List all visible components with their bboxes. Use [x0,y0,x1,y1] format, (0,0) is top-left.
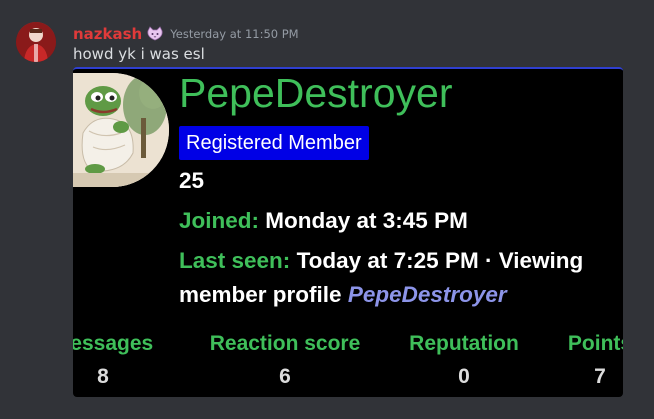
stats-row: Messages 8 Reaction score 6 Reputation 0… [73,327,623,397]
last-seen-value: Today at 7:25 PM · Viewing [296,248,584,273]
stat-label: Points [567,332,623,355]
last-seen-line-2: member profile PepeDestroyer [179,282,507,308]
profile-number: 25 [179,168,205,193]
stat-value: 0 [458,365,470,388]
stat-label: Reaction score [209,332,361,355]
joined-value: Monday at 3:45 PM [265,208,468,233]
user-avatar[interactable] [16,22,56,62]
viewing-profile-link[interactable]: PepeDestroyer [348,282,507,307]
stat-points: Points 7 [555,327,623,393]
profile-name[interactable]: PepeDestroyer [179,69,452,117]
stat-reputation: Reputation 0 [399,327,529,393]
stat-value: 7 [594,365,606,388]
cat-face-icon[interactable] [146,26,164,42]
stat-reaction-score: Reaction score 6 [200,327,370,393]
joined-label: Joined: [179,208,260,233]
stat-value: 8 [97,365,109,388]
message-text: howd yk i was esl [73,45,205,63]
stat-label: Messages [73,332,154,355]
profile-avatar [73,73,169,187]
stat-value: 6 [279,365,291,388]
last-seen-line: Last seen: Today at 7:25 PM · Viewing [179,248,583,274]
message-header: nazkash Yesterday at 11:50 PM [73,24,299,44]
timestamp: Yesterday at 11:50 PM [170,27,299,41]
stat-messages: Messages 8 [73,327,163,393]
joined-line: Joined: Monday at 3:45 PM [179,208,468,234]
last-seen-label: Last seen: [179,248,291,273]
stat-label: Reputation [409,332,519,355]
username[interactable]: nazkash [73,25,142,43]
chat-message: nazkash Yesterday at 11:50 PM howd yk i … [0,0,654,419]
profile-embed: PepeDestroyer Registered Member 25 Joine… [73,67,623,397]
last-seen-value-2: member profile [179,282,342,307]
role-badge: Registered Member [179,126,369,160]
